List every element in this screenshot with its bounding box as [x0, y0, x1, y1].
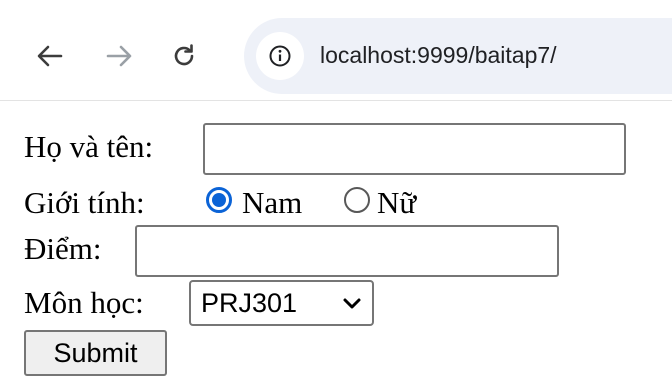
subject-selected-value: PRJ301: [201, 288, 298, 318]
page-content: Họ và tên: Giới tính: Nam Nữ Điểm: Môn h…: [0, 101, 672, 377]
gender-option-nam-label: Nam: [242, 185, 303, 220]
arrow-right-icon: [106, 45, 132, 67]
gender-option-nu-label: Nữ: [377, 185, 417, 220]
reload-button[interactable]: [160, 32, 208, 80]
chevron-down-icon: [343, 298, 361, 309]
back-button[interactable]: [26, 32, 74, 80]
url-text[interactable]: localhost:9999/baitap7/: [320, 42, 557, 69]
subject-label: Môn học:: [24, 285, 144, 320]
gender-radio-nam[interactable]: [206, 187, 232, 213]
reload-icon: [174, 44, 194, 66]
forward-button[interactable]: [95, 32, 143, 80]
info-icon: [269, 45, 291, 67]
gender-label: Giới tính:: [24, 185, 145, 220]
site-info-button[interactable]: [256, 32, 304, 80]
score-label: Điểm:: [24, 231, 102, 266]
browser-toolbar: localhost:9999/baitap7/: [0, 0, 672, 101]
score-input[interactable]: [135, 225, 559, 277]
arrow-left-icon: [37, 45, 63, 67]
name-input[interactable]: [203, 123, 626, 175]
subject-select[interactable]: PRJ301: [189, 280, 374, 326]
submit-button[interactable]: Submit: [24, 330, 167, 376]
address-bar[interactable]: localhost:9999/baitap7/: [244, 18, 672, 94]
name-label: Họ và tên:: [24, 129, 154, 164]
gender-radio-nu[interactable]: [344, 187, 370, 213]
